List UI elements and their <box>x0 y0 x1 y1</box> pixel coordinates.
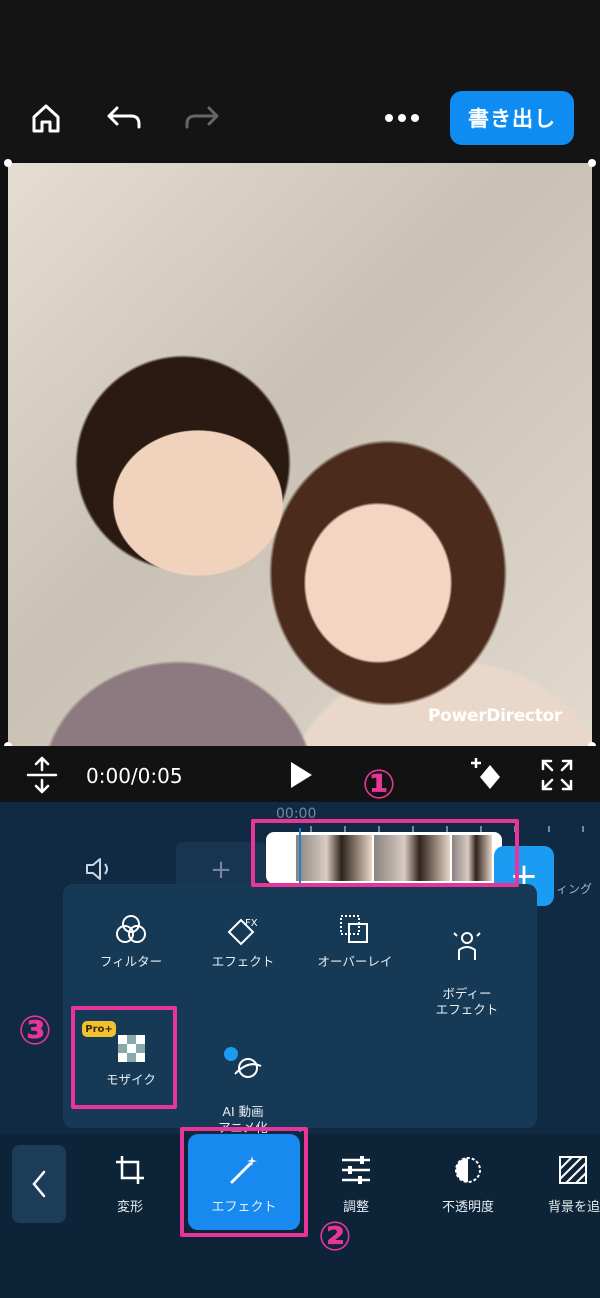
svg-text:FX: FX <box>245 918 258 929</box>
redo-icon[interactable] <box>180 96 224 140</box>
resize-handle[interactable] <box>588 159 596 167</box>
fullscreen-icon[interactable] <box>540 758 574 796</box>
add-keyframe-icon[interactable] <box>470 755 506 797</box>
app: 書き出し PowerDirector 0:00/0:05 00:00 + + ィ… <box>0 0 600 1298</box>
annotation-highlight-timeline <box>251 819 519 887</box>
fx-icon: FX <box>188 906 298 954</box>
timecode: 0:00/0:05 <box>86 764 183 788</box>
tool-background[interactable]: 背景を追 <box>530 1150 600 1215</box>
more-icon[interactable] <box>380 96 424 140</box>
tool-transform[interactable]: 変形 <box>80 1150 180 1215</box>
tool-label: 不透明度 <box>441 1200 494 1215</box>
menu-item-label: オーバーレイ <box>317 954 393 969</box>
menu-item-label: ボディー エフェクト <box>435 986 499 1017</box>
sliders-icon <box>306 1150 406 1190</box>
body-effect-icon <box>412 922 522 970</box>
resize-handle[interactable] <box>4 159 12 167</box>
tool-label: 背景を追 <box>548 1200 600 1215</box>
video-preview[interactable]: PowerDirector <box>8 163 592 746</box>
home-icon[interactable] <box>24 96 68 140</box>
annotation-highlight-mosaic <box>71 1006 177 1109</box>
expand-vertical-icon[interactable] <box>26 756 58 798</box>
tool-opacity[interactable]: 不透明度 <box>418 1150 518 1215</box>
annotation-step3: ③ <box>18 1008 52 1054</box>
chevron-left-icon <box>32 1170 46 1198</box>
tool-label: 調整 <box>342 1200 369 1215</box>
menu-item-filter[interactable]: フィルター <box>76 906 186 970</box>
preview-image <box>8 163 592 746</box>
menu-item-overlay[interactable]: オーバーレイ <box>300 906 410 970</box>
back-button[interactable] <box>12 1145 66 1223</box>
side-label: ィング <box>556 882 593 896</box>
annotation-highlight-effect <box>180 1127 308 1237</box>
menu-item-label: フィルター <box>99 954 163 969</box>
export-button[interactable]: 書き出し <box>450 91 574 145</box>
menu-item-body-effect[interactable]: ボディー エフェクト <box>412 906 522 1034</box>
tool-adjust[interactable]: 調整 <box>306 1150 406 1215</box>
filter-icon <box>76 906 186 954</box>
menu-item-label: エフェクト <box>211 954 275 969</box>
undo-icon[interactable] <box>102 96 146 140</box>
opacity-icon <box>418 1150 518 1190</box>
overlay-icon <box>300 906 410 954</box>
background-icon <box>548 1150 600 1190</box>
play-icon[interactable] <box>288 760 314 794</box>
tool-label: 変形 <box>116 1200 143 1215</box>
annotation-step2: ② <box>318 1214 352 1260</box>
annotation-step1: ① <box>362 762 396 808</box>
ai-anime-icon <box>188 1040 298 1088</box>
volume-icon[interactable] <box>84 856 114 886</box>
crop-icon <box>80 1150 180 1190</box>
menu-item-effect[interactable]: FX エフェクト <box>188 906 298 970</box>
watermark: PowerDirector <box>428 706 562 726</box>
